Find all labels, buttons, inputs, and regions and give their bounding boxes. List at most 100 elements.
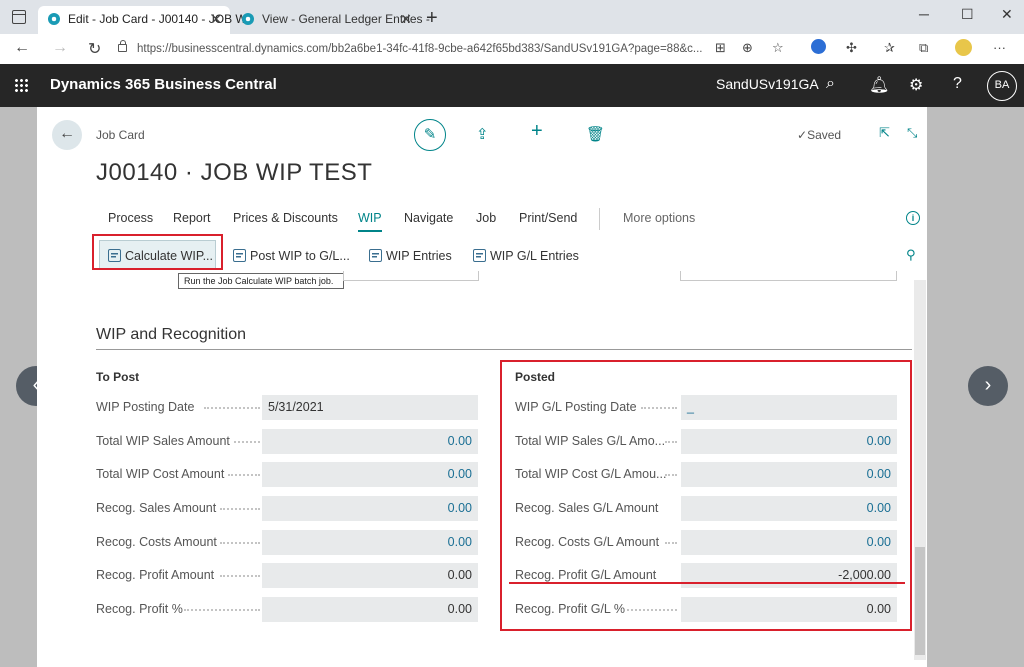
scrollbar-thumb[interactable] bbox=[915, 547, 925, 655]
section-title: WIP and Recognition bbox=[96, 326, 247, 343]
collections-icon[interactable]: ⧉ bbox=[919, 40, 928, 56]
company-name[interactable]: SandUSv191GA bbox=[716, 76, 819, 92]
field-total-wip-sales-amount: Total WIP Sales Amount 0.00 bbox=[96, 429, 478, 454]
menu-wip[interactable]: WIP bbox=[358, 211, 382, 232]
app-available-icon[interactable]: ⊞ bbox=[715, 40, 726, 56]
menu-print-send[interactable]: Print/Send bbox=[519, 211, 577, 225]
search-icon[interactable]: ⌕ bbox=[826, 75, 835, 93]
recog-profit-percent-value: 0.00 bbox=[262, 597, 478, 622]
field-label: Recog. Costs Amount bbox=[96, 535, 217, 549]
section-divider bbox=[96, 349, 912, 350]
field-recog-costs-amount: Recog. Costs Amount 0.00 bbox=[96, 530, 478, 555]
more-options-menu[interactable]: More options bbox=[623, 211, 695, 225]
settings-gear-icon[interactable]: ⚙ bbox=[909, 75, 923, 95]
profile-icon[interactable] bbox=[955, 39, 972, 56]
menu-job[interactable]: Job bbox=[476, 211, 496, 225]
notification-bell-icon[interactable]: 🔔︎ bbox=[869, 75, 889, 95]
avatar[interactable]: BA bbox=[987, 71, 1017, 101]
field-recog-profit-gl-amount: Recog. Profit G/L Amount -2,000.00 bbox=[515, 563, 898, 588]
recog-profit-amount-value: 0.00 bbox=[262, 563, 478, 588]
wip-gl-posting-date-input[interactable]: _ bbox=[681, 395, 897, 420]
label-dots bbox=[204, 407, 260, 409]
help-icon[interactable]: ? bbox=[953, 75, 962, 93]
bc-favicon-icon bbox=[48, 13, 60, 25]
favorites-icon[interactable]: ✰ bbox=[884, 40, 895, 56]
field-wip-posting-date: WIP Posting Date 5/31/2021 bbox=[96, 395, 478, 420]
close-tab-icon[interactable]: ✕ bbox=[210, 6, 222, 32]
next-record-button[interactable]: › bbox=[968, 366, 1008, 406]
field-recog-profit-amount: Recog. Profit Amount 0.00 bbox=[96, 563, 478, 588]
field-label: Recog. Profit G/L Amount bbox=[515, 568, 657, 582]
close-tab-icon[interactable]: ✕ bbox=[400, 6, 412, 32]
share-icon[interactable]: ⇪ bbox=[476, 125, 489, 143]
browser-tab-gl-entries[interactable]: View - General Ledger Entries - ✕ bbox=[232, 6, 430, 34]
post-icon bbox=[233, 249, 246, 262]
info-icon[interactable]: i bbox=[906, 211, 920, 225]
more-menu-icon[interactable]: ··· bbox=[993, 40, 1006, 55]
open-new-window-icon[interactable]: ⇱ bbox=[879, 125, 890, 141]
wip-entries-button[interactable]: WIP Entries bbox=[369, 245, 452, 267]
label-dots bbox=[184, 609, 260, 611]
app-header: Dynamics 365 Business Central SandUSv191… bbox=[0, 64, 1024, 107]
delete-trash-icon[interactable]: 🗑︎ bbox=[586, 125, 605, 143]
menu-divider bbox=[599, 208, 600, 230]
checkmark-icon: ✓ bbox=[797, 128, 808, 142]
field-label: Recog. Profit Amount bbox=[96, 568, 215, 582]
app-launcher-icon[interactable] bbox=[14, 78, 28, 92]
wip-posting-date-input[interactable]: 5/31/2021 bbox=[262, 395, 478, 420]
label-dots bbox=[234, 441, 260, 443]
collapse-icon[interactable]: ⤡ bbox=[907, 125, 917, 141]
post-wip-button[interactable]: Post WIP to G/L... bbox=[233, 245, 350, 267]
label-dots bbox=[665, 542, 677, 544]
window-menu-icon[interactable] bbox=[12, 10, 26, 24]
total-wip-cost-amount-value[interactable]: 0.00 bbox=[262, 462, 478, 487]
maximize-icon[interactable]: ☐ bbox=[961, 6, 974, 23]
total-wip-sales-gl-amount-value[interactable]: 0.00 bbox=[681, 429, 897, 454]
zoom-icon[interactable]: ⊕ bbox=[742, 40, 753, 56]
recog-sales-amount-value[interactable]: 0.00 bbox=[262, 496, 478, 521]
recog-sales-gl-amount-value[interactable]: 0.00 bbox=[681, 496, 897, 521]
menu-navigate[interactable]: Navigate bbox=[404, 211, 453, 225]
new-record-plus-icon[interactable]: + bbox=[531, 120, 543, 143]
recog-costs-amount-value[interactable]: 0.00 bbox=[262, 530, 478, 555]
wip-gl-entries-button[interactable]: WIP G/L Entries bbox=[473, 245, 579, 267]
label-dots bbox=[228, 474, 260, 476]
back-button[interactable]: ← bbox=[52, 120, 82, 150]
url-input[interactable]: https://businesscentral.dynamics.com/bb2… bbox=[118, 39, 713, 59]
total-wip-cost-gl-amount-value[interactable]: 0.00 bbox=[681, 462, 897, 487]
browser-address-bar: ← → ↻ https://businesscentral.dynamics.c… bbox=[0, 34, 1024, 64]
forward-arrow-icon[interactable]: → bbox=[52, 39, 68, 57]
refresh-icon[interactable]: ↻ bbox=[88, 39, 101, 59]
field-label: Total WIP Sales Amount bbox=[96, 434, 230, 448]
new-tab-button[interactable]: + bbox=[426, 6, 438, 30]
field-recog-sales-amount: Recog. Sales Amount 0.00 bbox=[96, 496, 478, 521]
field-recog-costs-gl-amount: Recog. Costs G/L Amount 0.00 bbox=[515, 530, 898, 555]
menu-report[interactable]: Report bbox=[173, 211, 211, 225]
lock-icon bbox=[118, 40, 127, 52]
annotation-highlight-box bbox=[92, 234, 223, 270]
favorite-star-icon[interactable]: ☆ bbox=[772, 40, 784, 56]
menu-prices-discounts[interactable]: Prices & Discounts bbox=[233, 211, 338, 225]
page-title: J00140 · JOB WIP TEST bbox=[96, 159, 373, 186]
edit-pencil-button[interactable]: ✎ bbox=[414, 119, 446, 151]
menu-process[interactable]: Process bbox=[108, 211, 153, 225]
total-wip-sales-amount-value[interactable]: 0.00 bbox=[262, 429, 478, 454]
field-total-wip-cost-gl-amount: Total WIP Cost G/L Amou... 0.00 bbox=[515, 462, 898, 487]
pin-action-bar-icon[interactable]: ⚲ bbox=[906, 247, 916, 263]
label-dots bbox=[220, 508, 260, 510]
field-wip-gl-posting-date: WIP G/L Posting Date _ bbox=[515, 395, 898, 420]
browser-tab-job-card[interactable]: Edit - Job Card - J00140 - JOB WI ✕ bbox=[38, 6, 250, 34]
recog-profit-gl-percent-value: 0.00 bbox=[681, 597, 897, 622]
extensions-puzzle-icon[interactable]: ✣ bbox=[846, 40, 857, 56]
field-label: Total WIP Sales G/L Amo... bbox=[515, 434, 666, 448]
entries-icon bbox=[369, 249, 382, 262]
label-dots bbox=[627, 609, 677, 611]
field-label: Total WIP Cost G/L Amou... bbox=[515, 467, 667, 481]
tab-label: Edit - Job Card - J00140 - JOB WI bbox=[68, 12, 251, 26]
extension-icon[interactable] bbox=[811, 39, 826, 54]
back-arrow-icon[interactable]: ← bbox=[14, 39, 30, 57]
close-window-icon[interactable]: ✕ bbox=[1001, 6, 1013, 23]
field-label: Recog. Sales Amount bbox=[96, 501, 217, 515]
minimize-icon[interactable]: ─ bbox=[919, 6, 929, 22]
recog-costs-gl-amount-value[interactable]: 0.00 bbox=[681, 530, 897, 555]
